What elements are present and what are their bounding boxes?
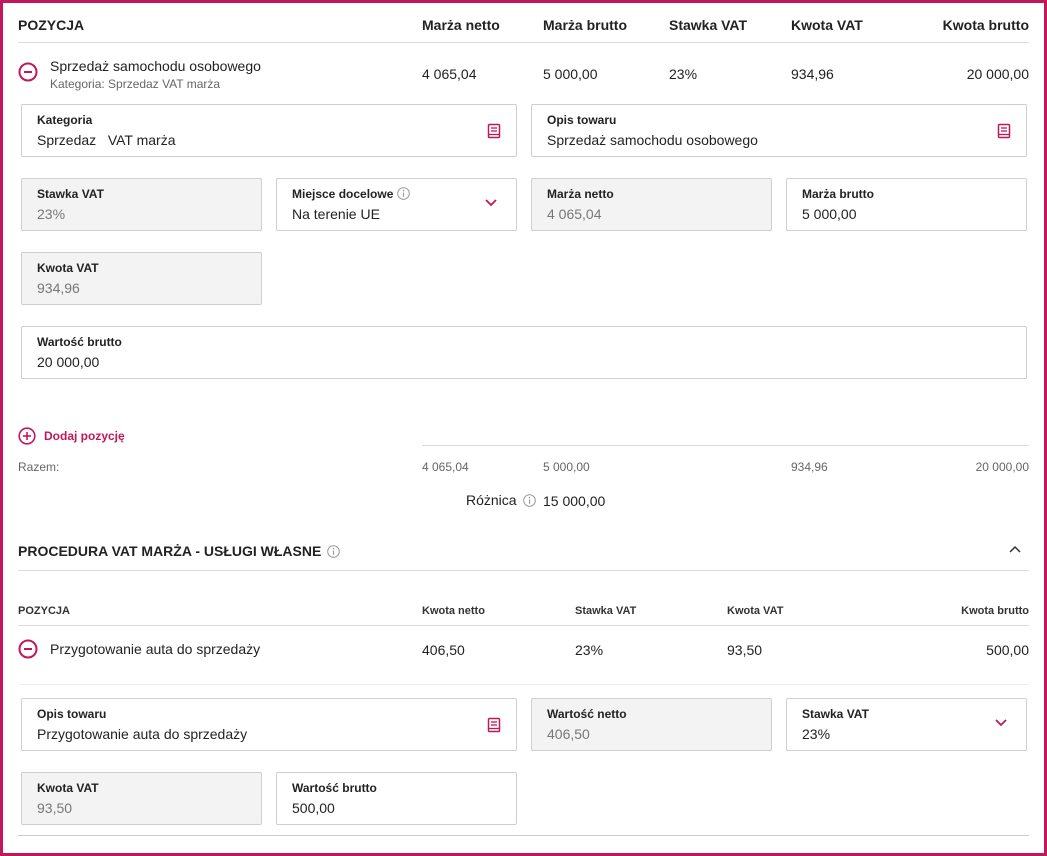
miejsce-docelowe-select[interactable]: Miejsce docelowe Na terenie UE xyxy=(276,178,517,231)
roznica-value: 15 000,00 xyxy=(543,493,606,509)
totals-divider xyxy=(422,445,1029,446)
row-name: Sprzedaż samochodu osobowego xyxy=(50,58,261,74)
field-value: 934,96 xyxy=(37,280,80,296)
s2-col-header-pozycja: POZYCJA xyxy=(18,605,70,617)
field-value: Sprzedaż samochodu osobowego xyxy=(547,132,758,148)
opis-towaru-field[interactable]: Opis towaru Sprzedaż samochodu osobowego xyxy=(531,104,1027,157)
row-kwota-vat: 934,96 xyxy=(791,66,834,82)
kategoria-field[interactable]: Kategoria Sprzedaz VAT marża xyxy=(21,104,517,157)
field-label-wrap: Miejsce docelowe xyxy=(292,187,410,201)
totals-marza-brutto: 5 000,00 xyxy=(543,460,590,474)
field-value: 4 065,04 xyxy=(547,206,602,222)
s2-kwota-vat-field: Kwota VAT 93,50 xyxy=(21,772,262,825)
s2-wartosc-brutto-field[interactable]: Wartość brutto 500,00 xyxy=(276,772,517,825)
chevron-down-icon[interactable] xyxy=(484,198,498,208)
totals-kwota-vat: 934,96 xyxy=(791,460,828,474)
row-marza-brutto: 5 000,00 xyxy=(543,66,598,82)
section2-divider xyxy=(18,570,1029,571)
add-position-button[interactable]: Dodaj pozycję xyxy=(18,427,125,445)
field-label: Wartość brutto xyxy=(292,781,377,795)
field-value: 500,00 xyxy=(292,800,335,816)
field-value: 5 000,00 xyxy=(802,206,857,222)
stawka-vat-field: Stawka VAT 23% xyxy=(21,178,262,231)
header-divider xyxy=(18,42,1029,43)
col-header-kwota-vat: Kwota VAT xyxy=(791,17,863,33)
marza-netto-field: Marża netto 4 065,04 xyxy=(531,178,772,231)
totals-label: Razem: xyxy=(18,460,60,474)
field-label: Marża brutto xyxy=(802,187,874,201)
field-value: 93,50 xyxy=(37,800,73,816)
s2-row-name: Przygotowanie auta do sprzedaży xyxy=(50,641,261,657)
roznica-label-wrap: Różnica xyxy=(466,492,536,508)
info-icon[interactable] xyxy=(522,493,536,507)
field-label: Kwota VAT xyxy=(37,261,99,275)
collapse-row-icon[interactable] xyxy=(18,639,38,659)
col-header-marza-netto: Marża netto xyxy=(422,17,500,33)
col-header-stawka-vat: Stawka VAT xyxy=(669,17,748,33)
s2-col-header-kwota-brutto: Kwota brutto xyxy=(961,605,1029,617)
row-category: Kategoria: Sprzedaz VAT marża xyxy=(50,77,221,91)
field-value: Na terenie UE xyxy=(292,206,380,222)
field-label: Wartość brutto xyxy=(37,335,122,349)
s2-col-header-kwota-vat: Kwota VAT xyxy=(727,605,784,617)
col-header-kwota-brutto: Kwota brutto xyxy=(942,17,1029,33)
roznica-label: Różnica xyxy=(466,492,517,508)
kwota-vat-field: Kwota VAT 934,96 xyxy=(21,252,262,305)
bottom-divider xyxy=(18,835,1029,836)
s2-col-header-stawka-vat: Stawka VAT xyxy=(575,605,637,617)
s2-row-kwota-netto: 406,50 xyxy=(422,642,465,658)
field-label: Marża netto xyxy=(547,187,614,201)
s2-row-kwota-vat: 93,50 xyxy=(727,642,763,658)
field-label: Kategoria xyxy=(37,113,93,127)
s2-stawka-vat-select[interactable]: Stawka VAT 23% xyxy=(786,698,1027,751)
plus-circle-icon xyxy=(18,427,36,445)
s2-opis-towaru-field[interactable]: Opis towaru Przygotowanie auta do sprzed… xyxy=(21,698,517,751)
collapse-row-icon[interactable] xyxy=(18,62,38,82)
marza-brutto-field[interactable]: Marża brutto 5 000,00 xyxy=(786,178,1027,231)
book-icon[interactable] xyxy=(997,123,1011,139)
s2-row-kwota-brutto: 500,00 xyxy=(986,642,1029,658)
totals-kwota-brutto: 20 000,00 xyxy=(975,460,1029,474)
totals-marza-netto: 4 065,04 xyxy=(422,460,469,474)
field-value: Sprzedaz VAT marża xyxy=(37,132,176,148)
col-header-marza-brutto: Marża brutto xyxy=(543,17,627,33)
field-value: 23% xyxy=(37,206,66,222)
wartosc-brutto-field[interactable]: Wartość brutto 20 000,00 xyxy=(21,326,1027,379)
s2-wartosc-netto-field: Wartość netto 406,50 xyxy=(531,698,772,751)
field-label: Opis towaru xyxy=(37,707,107,721)
s2-row-stawka-vat: 23% xyxy=(575,642,604,658)
row-marza-netto: 4 065,04 xyxy=(422,66,477,82)
section2-title: PROCEDURA VAT MARŻA - USŁUGI WŁASNE xyxy=(18,543,322,559)
field-label: Miejsce docelowe xyxy=(292,187,394,201)
chevron-down-icon[interactable] xyxy=(994,718,1008,728)
info-icon[interactable] xyxy=(327,544,341,558)
row-kwota-brutto: 20 000,00 xyxy=(966,66,1029,82)
field-value: 20 000,00 xyxy=(37,354,100,370)
field-label: Stawka VAT xyxy=(802,707,869,721)
row-stawka-vat: 23% xyxy=(669,66,698,82)
field-label: Wartość netto xyxy=(547,707,627,721)
book-icon[interactable] xyxy=(487,123,501,139)
col-header-pozycja: POZYCJA xyxy=(18,17,85,33)
s2-col-header-kwota-netto: Kwota netto xyxy=(422,605,485,617)
field-value: 23% xyxy=(802,726,831,742)
info-icon[interactable] xyxy=(396,187,410,200)
field-label: Stawka VAT xyxy=(37,187,104,201)
book-icon[interactable] xyxy=(487,717,501,733)
add-position-label: Dodaj pozycję xyxy=(44,429,125,443)
field-label: Kwota VAT xyxy=(37,781,99,795)
field-value: Przygotowanie auta do sprzedaży xyxy=(37,726,248,742)
section2-title-wrap: PROCEDURA VAT MARŻA - USŁUGI WŁASNE xyxy=(18,543,341,559)
chevron-up-icon[interactable] xyxy=(1008,544,1022,554)
field-label: Opis towaru xyxy=(547,113,617,127)
s2-header-divider xyxy=(18,625,1029,626)
field-value: 406,50 xyxy=(547,726,590,742)
s2-row-divider xyxy=(18,684,1029,685)
app-frame: POZYCJA Marża netto Marża brutto Stawka … xyxy=(0,0,1047,856)
